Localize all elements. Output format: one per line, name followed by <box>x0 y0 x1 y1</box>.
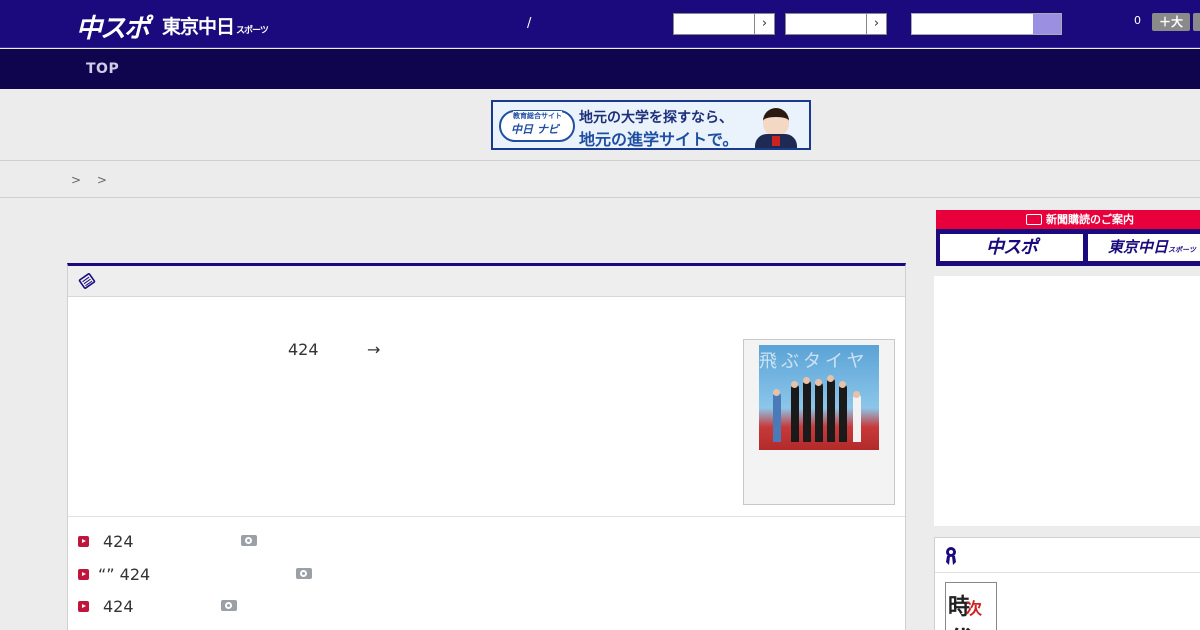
global-nav: TOP <box>0 49 1200 89</box>
banner-logo-main: 中日 ナビ <box>511 123 559 136</box>
article-divider <box>68 516 905 517</box>
camera-icon <box>221 600 237 611</box>
subscribe-chuspo-button[interactable]: 中スポ <box>939 233 1084 262</box>
breadcrumb-bar: > > <box>0 160 1200 198</box>
tokyo-chunichi-logo[interactable]: 東京中日 スポーツ <box>162 12 269 39</box>
book-icon <box>78 273 96 289</box>
banner-headline-1: 地元の大学を探すなら、 <box>579 110 733 126</box>
tokyo-chunichi-logo-text: 東京中日 <box>162 16 235 38</box>
article-photo-frame[interactable]: 飛ぶタイヤ <box>743 339 895 505</box>
list-item[interactable]: “” 424 <box>78 565 478 585</box>
article-photo[interactable]: 飛ぶタイヤ <box>759 345 879 450</box>
banner-logo-caption: 教育総合サイト <box>513 111 562 121</box>
chevron-right-icon[interactable]: › <box>754 14 774 34</box>
breadcrumb[interactable]: > > <box>71 173 113 187</box>
search-input[interactable] <box>911 13 1062 35</box>
ranking-header <box>935 538 1200 573</box>
chevron-right-icon[interactable]: › <box>866 14 886 34</box>
category-select-1[interactable]: › <box>673 13 775 35</box>
ranking-thumb-char-1: 時 <box>948 594 970 620</box>
category-select-2[interactable]: › <box>785 13 887 35</box>
ranking-thumb-char-2: 次 <box>966 599 982 618</box>
tokyo-chunichi-logo-suffix: スポーツ <box>236 26 269 36</box>
banner-ad[interactable]: 教育総合サイト 中日 ナビ 地元の大学を探すなら、 地元の進学サイトで。 <box>491 100 811 150</box>
subscription-box: 新聞購読のご案内 中スポ 東京中日スポーツ <box>936 210 1200 266</box>
play-bullet-icon <box>78 569 89 580</box>
font-size-reset-button[interactable] <box>1193 13 1200 31</box>
list-item-title[interactable]: “” 424 <box>98 565 150 584</box>
ribbon-icon <box>946 547 956 565</box>
subscription-header[interactable]: 新聞購読のご案内 <box>936 210 1200 229</box>
camera-icon <box>296 568 312 579</box>
search-button[interactable] <box>1033 14 1061 34</box>
camera-icon <box>241 535 257 546</box>
font-size-value: 0 <box>1134 14 1141 27</box>
header-separator: / <box>527 16 532 31</box>
list-item-title[interactable]: 424 <box>103 597 134 616</box>
subscribe-tokyo-chunichi-suffix: スポーツ <box>1168 246 1196 254</box>
ranking-thumbnail[interactable]: 時次代 <box>945 582 997 630</box>
subscribe-tokyo-chunichi-button[interactable]: 東京中日スポーツ <box>1087 233 1200 262</box>
banner-model-image <box>753 106 799 148</box>
chunichi-navi-logo: 教育総合サイト 中日 ナビ <box>499 110 575 142</box>
article-link-arrow[interactable]: → <box>367 340 380 359</box>
list-item-title[interactable]: 424 <box>103 532 134 551</box>
ranking-box: 時次代 <box>934 537 1200 630</box>
newspaper-icon <box>1026 214 1042 225</box>
subscribe-tokyo-chunichi-text: 東京中日 <box>1108 238 1169 256</box>
chuspo-logo[interactable]: 中スポ <box>76 8 150 45</box>
play-bullet-icon <box>78 536 89 547</box>
font-size-increase-button[interactable]: ＋大 <box>1152 13 1190 31</box>
subscription-header-text: 新聞購読のご案内 <box>1046 213 1134 226</box>
sidebar-ad-slot[interactable] <box>934 276 1200 526</box>
list-item[interactable]: 424 <box>78 597 478 617</box>
site-header: 中スポ 東京中日 スポーツ / › › 0 ＋大 <box>0 0 1200 48</box>
article-panel-header <box>68 266 905 297</box>
article-text: 424 <box>288 340 319 359</box>
banner-headline-2: 地元の進学サイトで。 <box>579 130 739 149</box>
article-panel: 424 → 飛ぶタイヤ 424 “” 424 424 <box>67 263 906 630</box>
article-photo-backdrop-text: 飛ぶタイヤ <box>759 351 869 372</box>
ranking-thumbnail-text: 時次代 <box>948 589 996 630</box>
nav-item-top[interactable]: TOP <box>86 61 119 77</box>
list-item[interactable]: 424 <box>78 532 478 552</box>
play-bullet-icon <box>78 601 89 612</box>
